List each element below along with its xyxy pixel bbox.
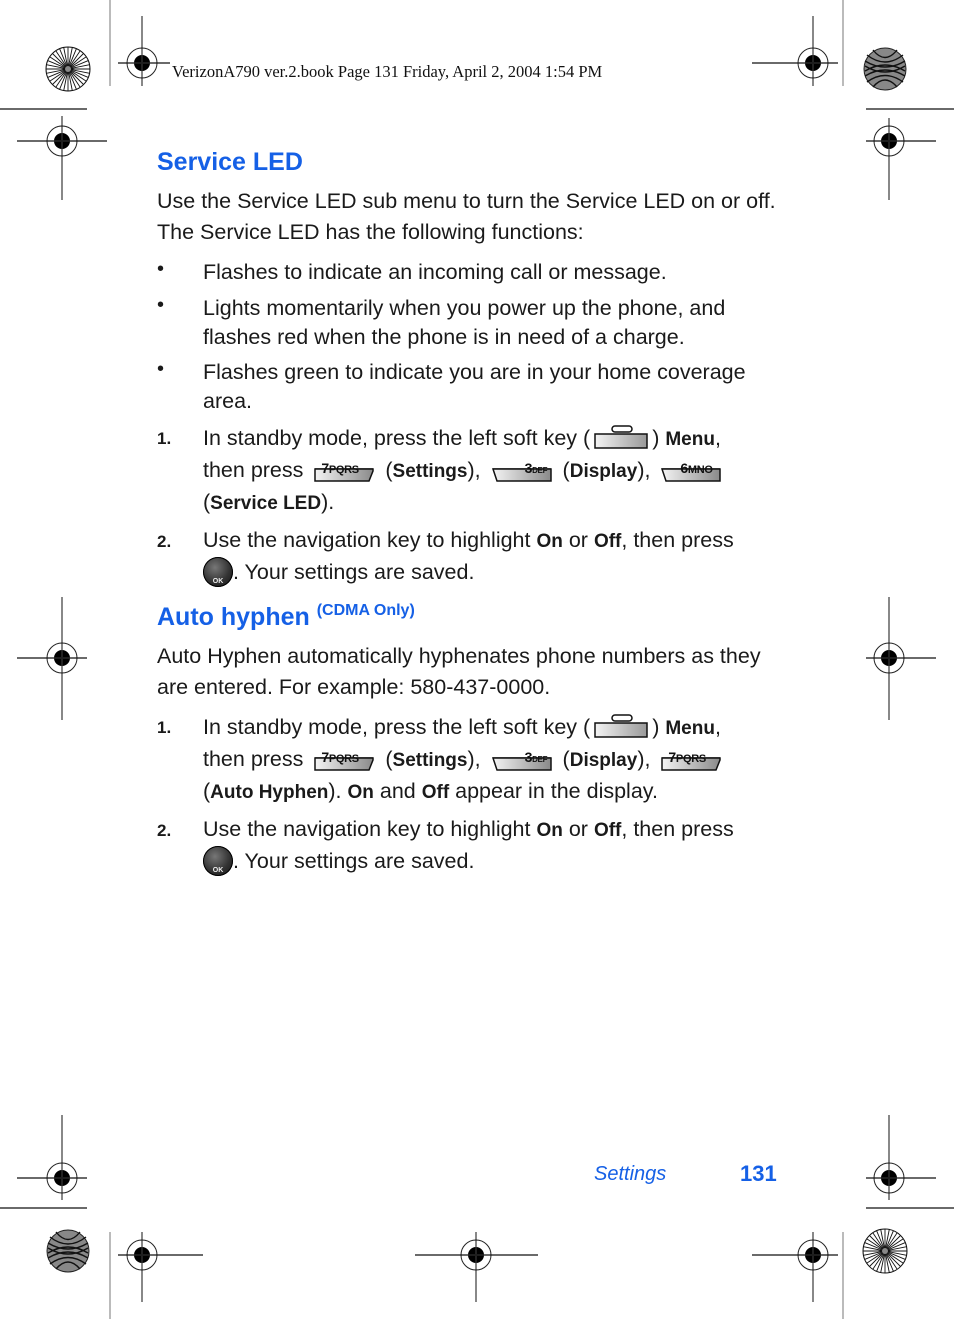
on-label: On	[536, 531, 563, 552]
service-led-step-2: Use the navigation key to highlight On o…	[203, 528, 734, 587]
bullet-icon: •	[157, 358, 165, 380]
key-3-def-icon: 3DEF	[491, 744, 553, 772]
step-number: 1.	[157, 429, 172, 448]
service-led-bullet: Flashes green to indicate you are in you…	[203, 360, 746, 413]
menu-label: Menu	[665, 429, 715, 450]
off-label: Off	[421, 782, 450, 803]
off-label: Off	[593, 820, 622, 841]
moire-mark	[46, 1229, 90, 1273]
service-led-label: Service LED	[210, 493, 322, 514]
on-label: On	[347, 782, 374, 803]
auto-hyphen-step-1: In standby mode, press the left soft key…	[203, 713, 722, 803]
left-soft-key-icon	[592, 424, 650, 450]
off-label: Off	[593, 531, 622, 552]
service-led-bullet: Lights momentarily when you power up the…	[203, 296, 726, 349]
left-soft-key-icon	[592, 713, 650, 739]
starburst-mark	[862, 1228, 908, 1274]
moire-mark	[863, 47, 907, 91]
settings-label: Settings	[392, 750, 468, 771]
print-slug-line: VerizonA790 ver.2.book Page 131 Friday, …	[172, 62, 603, 81]
step-number: 2.	[157, 821, 172, 840]
auto-hyphen-intro: Auto Hyphen automatically hyphenates pho…	[157, 644, 761, 699]
service-led-intro: Use the Service LED sub menu to turn the…	[157, 189, 776, 244]
settings-label: Settings	[392, 461, 468, 482]
key-7-pqrs-icon: 7PQRS	[660, 744, 722, 772]
display-label: Display	[569, 750, 638, 771]
starburst-mark	[45, 46, 91, 92]
ok-button-icon: OK	[203, 846, 233, 876]
step-number: 2.	[157, 532, 172, 551]
on-label: On	[536, 820, 563, 841]
auto-hyphen-step-2: Use the navigation key to highlight On o…	[203, 817, 734, 876]
cdma-only-note: (CDMA Only)	[316, 602, 415, 619]
menu-label: Menu	[665, 718, 715, 739]
bullet-icon: •	[157, 258, 165, 280]
service-led-heading: Service LED	[157, 148, 303, 176]
ok-button-icon: OK	[203, 557, 233, 587]
step-number: 1.	[157, 718, 172, 737]
key-7-pqrs-icon: 7PQRS	[313, 744, 375, 772]
auto-hyphen-label: Auto Hyphen	[210, 782, 329, 803]
page-number: 131	[740, 1161, 777, 1186]
service-led-bullet: Flashes to indicate an incoming call or …	[203, 260, 667, 284]
display-label: Display	[569, 461, 638, 482]
footer-section-name: Settings	[594, 1163, 667, 1185]
service-led-step-1: In standby mode, press the left soft key…	[203, 424, 722, 514]
key-6-mno-icon: 6MNO	[660, 455, 722, 483]
key-3-def-icon: 3DEF	[491, 455, 553, 483]
bullet-icon: •	[157, 294, 165, 316]
auto-hyphen-heading: Auto hyphen (CDMA Only)	[157, 602, 415, 631]
key-7-pqrs-icon: 7PQRS	[313, 455, 375, 483]
